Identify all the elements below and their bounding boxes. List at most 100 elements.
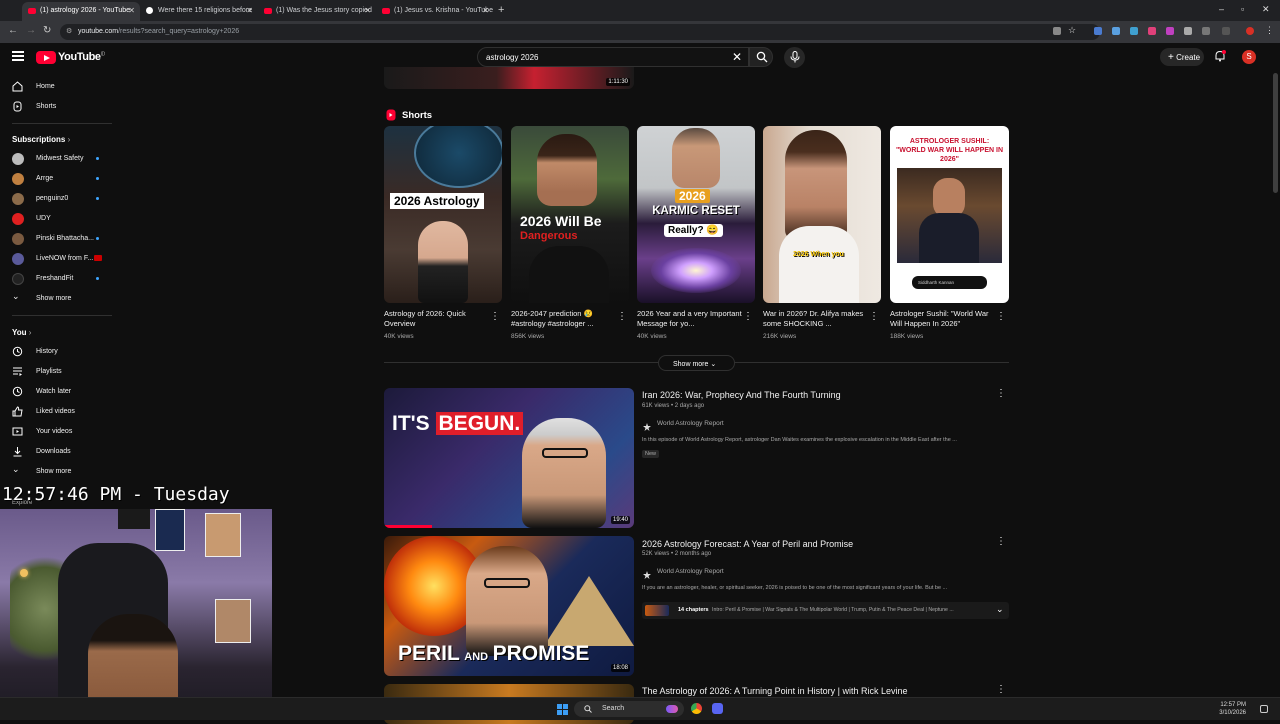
short-title[interactable]: Astrologer Sushil: "World War Will Happe… — [890, 309, 1000, 329]
forward-icon[interactable]: → — [26, 25, 36, 36]
close-icon[interactable]: ✕ — [128, 6, 135, 15]
sidebar-item-subscription[interactable]: UDY — [0, 210, 112, 228]
close-icon[interactable]: ✕ — [246, 6, 253, 15]
browser-tab-active[interactable]: (1) astrology 2026 - YouTube ✕ — [22, 2, 140, 21]
channel-name[interactable]: World Astrology Report — [657, 568, 724, 575]
short-title[interactable]: War in 2026? Dr. Alifya makes some SHOCK… — [763, 309, 873, 329]
sidebar-item-label: UDY — [36, 215, 51, 222]
sidebar-item-subscription[interactable]: Arrge — [0, 170, 112, 188]
chapters-row[interactable]: 14 chapters Intro: Peril & Promise | War… — [642, 602, 1009, 619]
channel-avatar[interactable] — [642, 567, 652, 579]
extension-icon[interactable] — [1148, 27, 1156, 35]
sidebar-item-liked-videos[interactable]: Liked videos — [0, 403, 112, 421]
close-icon[interactable]: ✕ — [482, 6, 489, 15]
reload-icon[interactable]: ↻ — [43, 25, 51, 36]
sidebar-item-shorts[interactable]: Shorts — [0, 98, 112, 116]
extension-icon[interactable] — [1130, 27, 1138, 35]
menu-icon[interactable] — [12, 51, 24, 61]
taskbar-search[interactable]: Search — [574, 701, 684, 717]
subscriptions-show-more[interactable]: ⌄ Show more — [0, 290, 112, 308]
browser-tab[interactable]: (1) Jesus vs. Krishna - YouTube ✕ — [376, 2, 494, 21]
extension-icon[interactable] — [1184, 27, 1192, 35]
sidebar-item-history[interactable]: History — [0, 343, 112, 361]
extension-icon[interactable] — [1112, 27, 1120, 35]
url-field[interactable]: ⚙ youtube.com/results?search_query=astro… — [60, 24, 1100, 40]
sidebar-item-playlists[interactable]: Playlists — [0, 363, 112, 381]
sidebar-item-subscription[interactable]: FreshandFit — [0, 270, 112, 288]
video-thumbnail[interactable]: 1:11:30 — [384, 67, 634, 89]
account-avatar[interactable]: S — [1242, 50, 1256, 64]
more-actions-icon[interactable]: ⋮ — [996, 536, 1006, 547]
window-close-icon[interactable]: ✕ — [1262, 4, 1270, 15]
bookmark-star-icon[interactable]: ☆ — [1068, 25, 1076, 36]
back-icon[interactable]: ← — [8, 25, 18, 36]
new-tab-button[interactable]: + — [498, 4, 504, 16]
search-icon — [756, 51, 768, 63]
more-actions-icon[interactable]: ⋮ — [996, 684, 1006, 695]
notification-center-icon[interactable] — [1260, 705, 1268, 713]
youtube-logo[interactable]: YouTubeID — [58, 51, 105, 63]
video-thumbnail[interactable]: IT'S BEGUN. 19:40 — [384, 388, 634, 528]
more-actions-icon[interactable]: ⋮ — [996, 311, 1006, 322]
more-actions-icon[interactable]: ⋮ — [996, 388, 1006, 399]
short-thumbnail[interactable]: 2026 KARMIC RESET Really? 😄 — [637, 126, 755, 303]
maximize-icon[interactable]: ▫ — [1241, 4, 1244, 14]
voice-search-button[interactable] — [784, 47, 805, 68]
youtube-logo-icon[interactable] — [36, 51, 56, 64]
windows-start-icon[interactable] — [557, 704, 568, 715]
short-title[interactable]: 2026-2047 prediction 😢 #astrology #astro… — [511, 309, 621, 329]
more-actions-icon[interactable]: ⋮ — [490, 311, 500, 322]
more-actions-icon[interactable]: ⋮ — [743, 311, 753, 322]
video-title[interactable]: The Astrology of 2026: A Turning Point i… — [642, 686, 907, 696]
install-app-icon[interactable] — [1053, 27, 1061, 35]
sidebar-item-downloads[interactable]: Downloads — [0, 443, 112, 461]
sidebar-item-subscription[interactable]: Midwest Safety — [0, 150, 112, 168]
short-title[interactable]: 2026 Year and a very Important Message f… — [637, 309, 747, 329]
notifications-bell-icon[interactable] — [1214, 50, 1226, 62]
profile-icon[interactable] — [1246, 27, 1254, 35]
shorts-show-more-button[interactable]: Show more ⌄ — [658, 355, 735, 371]
sidepanel-icon[interactable] — [1222, 27, 1230, 35]
clear-search-icon[interactable]: ✕ — [732, 50, 742, 64]
extension-icon[interactable] — [1094, 27, 1102, 35]
channel-avatar[interactable] — [642, 419, 652, 431]
extension-icon[interactable] — [1166, 27, 1174, 35]
taskbar-time: 12:57 PM — [1220, 702, 1246, 708]
sidebar-item-subscription[interactable]: penguinz0 — [0, 190, 112, 208]
more-actions-icon[interactable]: ⋮ — [617, 311, 627, 322]
short-thumbnail[interactable]: 2026 Astrology — [384, 126, 502, 303]
short-thumbnail[interactable]: ASTROLOGER SUSHIL: "WORLD WAR WILL HAPPE… — [890, 126, 1009, 303]
chrome-icon[interactable] — [691, 703, 702, 714]
more-actions-icon[interactable]: ⋮ — [869, 311, 879, 322]
video-title[interactable]: Iran 2026: War, Prophecy And The Fourth … — [642, 390, 841, 400]
extensions-puzzle-icon[interactable] — [1202, 27, 1210, 35]
taskbar-clock[interactable]: 12:57 PM 3/10/2026 — [1219, 701, 1246, 717]
close-icon[interactable]: ✕ — [364, 6, 371, 15]
short-title[interactable]: Astrology of 2026: Quick Overview — [384, 309, 494, 329]
sidebar-item-your-videos[interactable]: Your videos — [0, 423, 112, 441]
chevron-down-icon[interactable]: ⌄ — [996, 604, 1004, 615]
subscriptions-heading[interactable]: Subscriptions › — [12, 135, 70, 144]
you-show-more[interactable]: ⌄ Show more — [0, 463, 112, 481]
discord-icon[interactable] — [712, 703, 723, 714]
page-scrollbar[interactable] — [1273, 73, 1278, 193]
browser-tab[interactable]: Were there 15 religions before ✕ — [140, 2, 258, 21]
create-button[interactable]: + Create — [1160, 48, 1204, 66]
sidebar-item-home[interactable]: Home — [0, 78, 112, 96]
sidebar-item-subscription[interactable]: Pinski Bhattacha... — [0, 230, 112, 248]
chapters-count: 14 chapters — [678, 607, 709, 613]
sidebar-item-watch-later[interactable]: Watch later — [0, 383, 112, 401]
short-thumbnail[interactable]: 2026 Will Be Dangerous — [511, 126, 629, 303]
search-input[interactable]: astrology 2026 ✕ — [477, 47, 749, 67]
site-info-icon[interactable]: ⚙ — [66, 27, 72, 35]
you-heading[interactable]: You › — [12, 328, 31, 337]
short-thumbnail[interactable]: 2026 When you — [763, 126, 881, 303]
video-title[interactable]: 2026 Astrology Forecast: A Year of Peril… — [642, 539, 853, 549]
video-thumbnail[interactable]: PERIL AND PROMISE 18:08 — [384, 536, 634, 676]
browser-tab[interactable]: (1) Was the Jesus story copied ✕ — [258, 2, 376, 21]
channel-name[interactable]: World Astrology Report — [657, 420, 724, 427]
search-button[interactable] — [749, 47, 773, 67]
sidebar-item-subscription[interactable]: LiveNOW from F... — [0, 250, 112, 268]
minimize-icon[interactable]: – — [1219, 4, 1224, 14]
browser-menu-icon[interactable]: ⋮ — [1265, 25, 1274, 36]
